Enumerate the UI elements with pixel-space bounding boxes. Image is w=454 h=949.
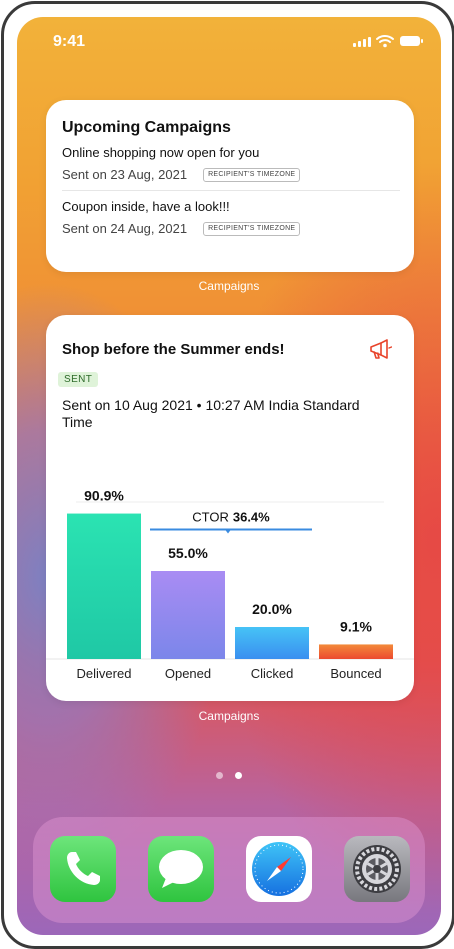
value-label-opened: 55.0%	[168, 545, 208, 561]
status-time: 9:41	[53, 33, 86, 50]
category-label-bounced: Bounced	[330, 666, 381, 681]
campaign-name: Coupon inside, have a look!!!	[62, 199, 230, 214]
safari-icon	[252, 842, 306, 896]
widget-label: Campaigns	[198, 709, 260, 723]
upcoming-campaigns-widget[interactable]: Upcoming Campaigns Online shopping now o…	[46, 100, 414, 272]
bar-bounced	[319, 644, 393, 659]
widget-label: Campaigns	[198, 279, 260, 293]
page-indicator[interactable]	[17, 772, 441, 779]
safari-app[interactable]	[246, 836, 312, 902]
dock	[33, 817, 425, 923]
ctor-label-text: CTOR	[192, 510, 229, 525]
ctor-annotation: CTOR 36.4%	[150, 510, 312, 534]
ctor-value: 36.4%	[233, 510, 270, 525]
category-label-opened: Opened	[165, 666, 211, 681]
campaign-sent-date: Sent on 24 Aug, 2021	[62, 221, 188, 236]
category-label-clicked: Clicked	[251, 666, 294, 681]
campaign-stats-chart: 90.9% Delivered 55.0% Opened 20.0% Clicked 9.1…	[46, 488, 414, 681]
campaign-item[interactable]: Online shopping now open for you Sent on…	[62, 145, 400, 182]
bar-opened	[151, 571, 225, 659]
page-dot[interactable]	[216, 772, 223, 779]
wifi-icon	[376, 34, 394, 53]
settings-app[interactable]	[344, 836, 410, 902]
cellular-signal-icon	[353, 37, 371, 47]
phone-icon	[67, 852, 100, 885]
campaign-divider	[62, 190, 400, 191]
battery-icon	[400, 36, 423, 46]
page-dot-active[interactable]	[235, 772, 242, 779]
campaign-detail-widget[interactable]: Shop before the Summer ends! SENT Sent o…	[46, 315, 414, 701]
phone-frame: 9:41 Upcoming Campaigns Online shopping …	[1, 1, 454, 949]
value-label-clicked: 20.0%	[252, 601, 292, 617]
messages-app[interactable]	[148, 836, 214, 902]
value-label-delivered: 90.9%	[84, 488, 124, 504]
status-bar: 9:41	[17, 17, 441, 63]
bar-delivered	[67, 513, 141, 659]
campaign-name: Online shopping now open for you	[62, 145, 260, 160]
messages-icon	[159, 850, 203, 888]
timezone-tag: RECIPIENT'S TIMEZONE	[203, 221, 301, 236]
settings-icon	[353, 845, 401, 893]
phone-app[interactable]	[50, 836, 116, 902]
campaign-item[interactable]: Coupon inside, have a look!!! Sent on 24…	[62, 199, 400, 236]
home-screen: 9:41 Upcoming Campaigns Online shopping …	[17, 17, 441, 935]
value-label-bounced: 9.1%	[340, 618, 372, 634]
campaign-sent-date: Sent on 23 Aug, 2021	[62, 167, 188, 182]
ctor-label: CTOR 36.4%	[192, 510, 270, 525]
timezone-tag: RECIPIENT'S TIMEZONE	[203, 167, 301, 182]
category-label-delivered: Delivered	[77, 666, 132, 681]
bar-clicked	[235, 627, 309, 659]
widget-title: Upcoming Campaigns	[62, 119, 231, 136]
